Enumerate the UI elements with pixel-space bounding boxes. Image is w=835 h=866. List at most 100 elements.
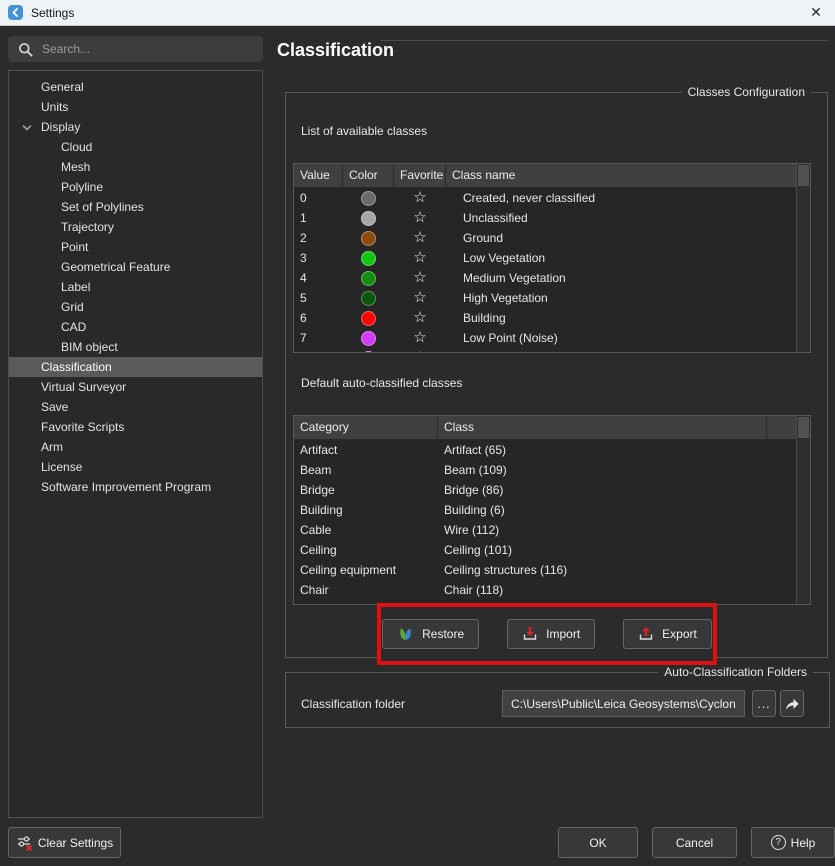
sidebar-item-label: CAD	[61, 320, 86, 334]
class-color-swatch[interactable]	[361, 251, 376, 266]
sidebar-item-units[interactable]: Units	[9, 97, 262, 117]
classes-table: ValueColorFavoriteClass name 0☆Created, …	[293, 163, 811, 353]
open-folder-button[interactable]	[780, 690, 804, 717]
sidebar-item-general[interactable]: General	[9, 77, 262, 97]
search-icon	[18, 42, 33, 57]
scrollbar-thumb[interactable]	[798, 417, 809, 438]
auto-class-table-row[interactable]: Ceiling equipmentCeiling structures (116…	[294, 560, 797, 580]
sidebar-item-save[interactable]: Save	[9, 397, 262, 417]
class-name: Low Point (Noise)	[446, 328, 797, 348]
browse-button[interactable]: ...	[752, 690, 776, 717]
classification-folder-label: Classification folder	[301, 691, 405, 718]
sidebar-item-trajectory[interactable]: Trajectory	[9, 217, 262, 237]
column-header-class-name[interactable]: Class name	[446, 164, 797, 187]
sidebar-item-geometrical-feature[interactable]: Geometrical Feature	[9, 257, 262, 277]
export-button[interactable]: Export	[623, 619, 712, 649]
cancel-button[interactable]: Cancel	[652, 827, 737, 858]
import-button[interactable]: Import	[507, 619, 595, 649]
auto-class-table-row[interactable]: ArtifactArtifact (65)	[294, 440, 797, 460]
favorite-star-icon[interactable]: ☆	[394, 188, 446, 208]
auto-classes-table-body: ArtifactArtifact (65)BeamBeam (109)Bridg…	[294, 440, 810, 604]
sidebar-item-cad[interactable]: CAD	[9, 317, 262, 337]
sidebar-item-arm[interactable]: Arm	[9, 437, 262, 457]
class-color-swatch[interactable]	[361, 311, 376, 326]
category-cell: Ceiling equipment	[294, 560, 438, 580]
favorite-star-icon[interactable]: ☆	[394, 248, 446, 268]
class-name: Unclassified	[446, 208, 797, 228]
class-table-row[interactable]: 0☆Created, never classified	[294, 188, 797, 208]
sidebar-item-mesh[interactable]: Mesh	[9, 157, 262, 177]
class-name: Building	[446, 308, 797, 328]
class-color-swatch[interactable]	[361, 351, 376, 353]
clear-settings-button[interactable]: Clear Settings	[8, 827, 121, 858]
sidebar-item-point[interactable]: Point	[9, 237, 262, 257]
sidebar-item-label: Polyline	[61, 180, 103, 194]
sidebar-item-bim-object[interactable]: BIM object	[9, 337, 262, 357]
class-value: 5	[294, 288, 343, 308]
scrollbar-thumb[interactable]	[798, 165, 809, 186]
sidebar-item-label[interactable]: Label	[9, 277, 262, 297]
column-header-value[interactable]: Value	[294, 164, 343, 187]
auto-class-table-row[interactable]: CeilingCeiling (101)	[294, 540, 797, 560]
favorite-star-icon[interactable]: ☆	[394, 208, 446, 228]
class-cell: Ceiling structures (116)	[438, 560, 767, 580]
class-name: Ground	[446, 228, 797, 248]
favorite-star-icon[interactable]: ☆	[394, 308, 446, 328]
class-table-row[interactable]: 5☆High Vegetation	[294, 288, 797, 308]
class-table-row[interactable]: 6☆Building	[294, 308, 797, 328]
sidebar-item-software-improvement-program[interactable]: Software Improvement Program	[9, 477, 262, 497]
class-name: Low Vegetation	[446, 248, 797, 268]
sidebar-item-label: Virtual Surveyor	[41, 380, 126, 394]
favorite-star-icon[interactable]: ☆	[394, 288, 446, 308]
class-cell: Beam (109)	[438, 460, 767, 480]
classification-folder-input[interactable]	[502, 690, 745, 717]
sidebar-item-label: Geometrical Feature	[61, 260, 170, 274]
sidebar-item-license[interactable]: License	[9, 457, 262, 477]
auto-class-table-row[interactable]: CableWire (112)	[294, 520, 797, 540]
class-color-swatch[interactable]	[361, 331, 376, 346]
classes-table-scrollbar[interactable]	[796, 164, 810, 352]
favorite-star-icon[interactable]: ☆	[394, 268, 446, 288]
export-icon	[638, 626, 654, 642]
sidebar-item-virtual-surveyor[interactable]: Virtual Surveyor	[9, 377, 262, 397]
column-header-color[interactable]: Color	[343, 164, 394, 187]
class-table-row[interactable]: 1☆Unclassified	[294, 208, 797, 228]
auto-class-table-row[interactable]: BeamBeam (109)	[294, 460, 797, 480]
class-color-swatch[interactable]	[361, 271, 376, 286]
favorite-star-icon[interactable]: ☆	[394, 328, 446, 348]
sidebar-item-display[interactable]: Display	[9, 117, 262, 137]
help-button[interactable]: ? Help	[751, 827, 835, 858]
auto-class-table-row[interactable]: BuildingBuilding (6)	[294, 500, 797, 520]
auto-class-table-row[interactable]: ChairChair (118)	[294, 580, 797, 600]
class-table-row[interactable]: 3☆Low Vegetation	[294, 248, 797, 268]
column-header-favorite[interactable]: Favorite	[394, 164, 446, 187]
class-color-swatch[interactable]	[361, 191, 376, 206]
class-color-swatch[interactable]	[361, 211, 376, 226]
sidebar-item-polyline[interactable]: Polyline	[9, 177, 262, 197]
search-input[interactable]: Search...	[8, 36, 263, 62]
class-table-row[interactable]: 2 ☆Ground	[294, 228, 797, 248]
class-table-row[interactable]: 4☆Medium Vegetation	[294, 268, 797, 288]
help-icon: ?	[771, 835, 786, 850]
sidebar-item-set-of-polylines[interactable]: Set of Polylines	[9, 197, 262, 217]
sidebar-item-grid[interactable]: Grid	[9, 297, 262, 317]
column-header-class[interactable]: Class	[438, 416, 767, 439]
sidebar-item-favorite-scripts[interactable]: Favorite Scripts	[9, 417, 262, 437]
sidebar-item-classification[interactable]: Classification	[9, 357, 262, 377]
class-color-swatch[interactable]	[361, 231, 376, 246]
class-value: 2	[294, 228, 343, 248]
class-table-row[interactable]: ☆	[294, 348, 797, 352]
column-header-category[interactable]: Category	[294, 416, 438, 439]
auto-classes-table-scrollbar[interactable]	[796, 416, 810, 604]
chevron-down-icon[interactable]	[20, 117, 34, 137]
ok-button[interactable]: OK	[558, 827, 638, 858]
close-icon[interactable]: ✕	[805, 4, 827, 21]
favorite-star-icon[interactable]: ☆	[394, 228, 446, 248]
favorite-star-icon[interactable]: ☆	[394, 348, 446, 352]
classes-configuration-group-label: Classes Configuration	[682, 85, 811, 99]
auto-class-table-row[interactable]: BridgeBridge (86)	[294, 480, 797, 500]
sidebar-item-cloud[interactable]: Cloud	[9, 137, 262, 157]
class-color-swatch[interactable]	[361, 291, 376, 306]
restore-button[interactable]: Restore	[382, 619, 479, 649]
class-table-row[interactable]: 7☆Low Point (Noise)	[294, 328, 797, 348]
